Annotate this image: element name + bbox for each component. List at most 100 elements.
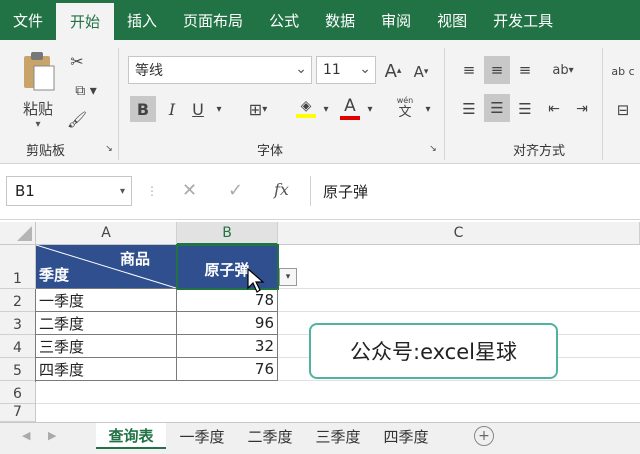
align-top-icon[interactable]: ≡: [458, 58, 480, 82]
chevron-down-icon[interactable]: ▾: [212, 96, 226, 122]
header-quarter-label: 季度: [39, 266, 70, 284]
dialog-launcher-icon[interactable]: ↘: [104, 144, 114, 154]
align-left-icon[interactable]: ☰: [458, 96, 480, 122]
font-group-label: 字体: [257, 144, 284, 159]
row-header-1[interactable]: 1: [0, 245, 36, 289]
gridline: [278, 311, 640, 312]
grow-font-button[interactable]: A ▴: [382, 58, 404, 84]
borders-button[interactable]: ⊞ ▾: [240, 96, 276, 122]
cut-icon[interactable]: ✂: [66, 50, 88, 72]
borders-icon: ⊞: [248, 99, 263, 119]
sheet-tab-q2[interactable]: 二季度: [238, 423, 302, 449]
cell-value[interactable]: 76: [177, 358, 278, 381]
column-header-c[interactable]: C: [278, 222, 640, 245]
chevron-down-icon: ⌄: [359, 61, 371, 77]
tab-formulas[interactable]: 公式: [256, 0, 312, 40]
tab-page-layout[interactable]: 页面布局: [170, 0, 256, 40]
chevron-down-icon[interactable]: ▾: [320, 96, 332, 122]
sheet-tab-q4[interactable]: 四季度: [374, 423, 438, 449]
name-box-value: B1: [15, 182, 35, 200]
paste-label: 粘贴: [22, 100, 53, 118]
font-name-combo[interactable]: 等线 ⌄: [128, 56, 312, 84]
cell-a1-diagonal-header[interactable]: 商品 季度: [36, 245, 177, 289]
grow-font-icon: A: [384, 60, 397, 82]
align-center-icon[interactable]: ☰: [484, 94, 510, 122]
cancel-icon[interactable]: ✕: [182, 180, 197, 201]
name-box[interactable]: B1 ▾: [6, 176, 132, 206]
dialog-launcher-icon[interactable]: ↘: [428, 144, 438, 154]
select-all-button[interactable]: [0, 222, 36, 245]
phonetic-guide-button[interactable]: wén 文: [390, 94, 420, 122]
gridline: [278, 288, 640, 289]
sheet-tab-query[interactable]: 查询表: [96, 423, 166, 449]
insert-function-button[interactable]: fx: [274, 180, 289, 199]
cell-quarter[interactable]: 二季度: [36, 312, 177, 335]
font-size-value: 11: [323, 62, 341, 78]
grip-icon: ⋮: [146, 184, 158, 198]
fill-color-button[interactable]: ◈: [294, 94, 318, 122]
select-all-triangle-icon: [17, 226, 32, 241]
font-name-value: 等线: [135, 63, 163, 79]
chevron-down-icon[interactable]: ▾: [422, 96, 434, 122]
column-header-b[interactable]: B: [177, 222, 278, 245]
row-header-5[interactable]: 5: [0, 358, 36, 381]
wrap-text-button[interactable]: ab c: [610, 56, 636, 86]
watermark-badge: 公众号:excel星球: [309, 323, 558, 379]
cell-quarter[interactable]: 三季度: [36, 335, 177, 358]
bold-button[interactable]: B: [130, 96, 156, 122]
paint-bucket-icon: ◈: [300, 98, 312, 114]
chevron-down-icon[interactable]: ▾: [364, 96, 376, 122]
cell-value[interactable]: 96: [177, 312, 278, 335]
chevron-down-icon: ⌄: [295, 61, 307, 77]
orientation-icon: ab: [552, 62, 569, 78]
sheet-tab-q1[interactable]: 一季度: [170, 423, 234, 449]
align-right-icon[interactable]: ☰: [514, 96, 536, 122]
enter-icon[interactable]: ✓: [228, 180, 243, 201]
row-header-3[interactable]: 3: [0, 312, 36, 335]
ribbon-home: 粘贴 ▾ ✂ ⧉ ▾ 🖌 剪贴板 ↘ 等线 ⌄ 11 ⌄ A ▴ A ▾ B I U…: [0, 40, 640, 164]
tab-home[interactable]: 开始: [56, 3, 115, 40]
scroll-left-icon[interactable]: ◀: [22, 429, 30, 442]
gridline: [278, 380, 640, 381]
gridline: [36, 403, 640, 404]
row-header-6[interactable]: 6: [0, 381, 36, 404]
merge-center-icon[interactable]: ⊟: [610, 98, 636, 122]
increase-indent-icon[interactable]: ⇥: [570, 96, 594, 122]
align-bottom-icon[interactable]: ≡: [514, 58, 536, 82]
tab-view[interactable]: 视图: [424, 0, 480, 40]
align-middle-icon[interactable]: ≡: [484, 56, 510, 84]
row-header-4[interactable]: 4: [0, 335, 36, 358]
cell-quarter[interactable]: 四季度: [36, 358, 177, 381]
decrease-indent-icon[interactable]: ⇤: [542, 96, 566, 122]
font-size-combo[interactable]: 11 ⌄: [316, 56, 376, 84]
tab-insert[interactable]: 插入: [114, 0, 170, 40]
cell-value[interactable]: 32: [177, 335, 278, 358]
dropdown-arrow-icon[interactable]: ▾: [279, 268, 297, 286]
cell-quarter[interactable]: 一季度: [36, 289, 177, 312]
tab-file[interactable]: 文件: [0, 0, 56, 40]
header-item-label: 商品: [119, 250, 150, 268]
shrink-font-button[interactable]: A ▾: [410, 60, 432, 84]
orientation-button[interactable]: ab ▾: [544, 58, 582, 82]
row-header-2[interactable]: 2: [0, 289, 36, 312]
tab-data[interactable]: 数据: [312, 0, 368, 40]
sheet-tab-bar: ◀ ▶ 查询表 一季度 二季度 三季度 四季度 +: [0, 422, 640, 454]
ribbon-tab-bar: 文件 开始 插入 页面布局 公式 数据 审阅 视图 开发工具: [0, 0, 640, 40]
font-color-button[interactable]: A: [338, 94, 362, 122]
column-header-a[interactable]: A: [36, 222, 177, 245]
tab-review[interactable]: 审阅: [368, 0, 424, 40]
add-sheet-button[interactable]: +: [474, 426, 494, 446]
tab-developer[interactable]: 开发工具: [480, 0, 566, 40]
format-painter-icon[interactable]: 🖌: [66, 108, 88, 130]
paste-button[interactable]: 粘贴 ▾: [14, 50, 62, 134]
cell-value[interactable]: 78: [177, 289, 278, 312]
copy-icon[interactable]: ⧉ ▾: [66, 80, 106, 102]
sheet-tab-q3[interactable]: 三季度: [306, 423, 370, 449]
italic-button[interactable]: I: [160, 96, 184, 122]
formula-input[interactable]: 原子弹: [310, 176, 640, 206]
clipboard-group-label: 剪贴板: [26, 144, 66, 159]
alignment-group-label: 对齐方式: [513, 144, 566, 159]
underline-button[interactable]: U: [186, 96, 210, 122]
scroll-right-icon[interactable]: ▶: [48, 429, 56, 442]
row-header-7[interactable]: 7: [0, 404, 36, 422]
